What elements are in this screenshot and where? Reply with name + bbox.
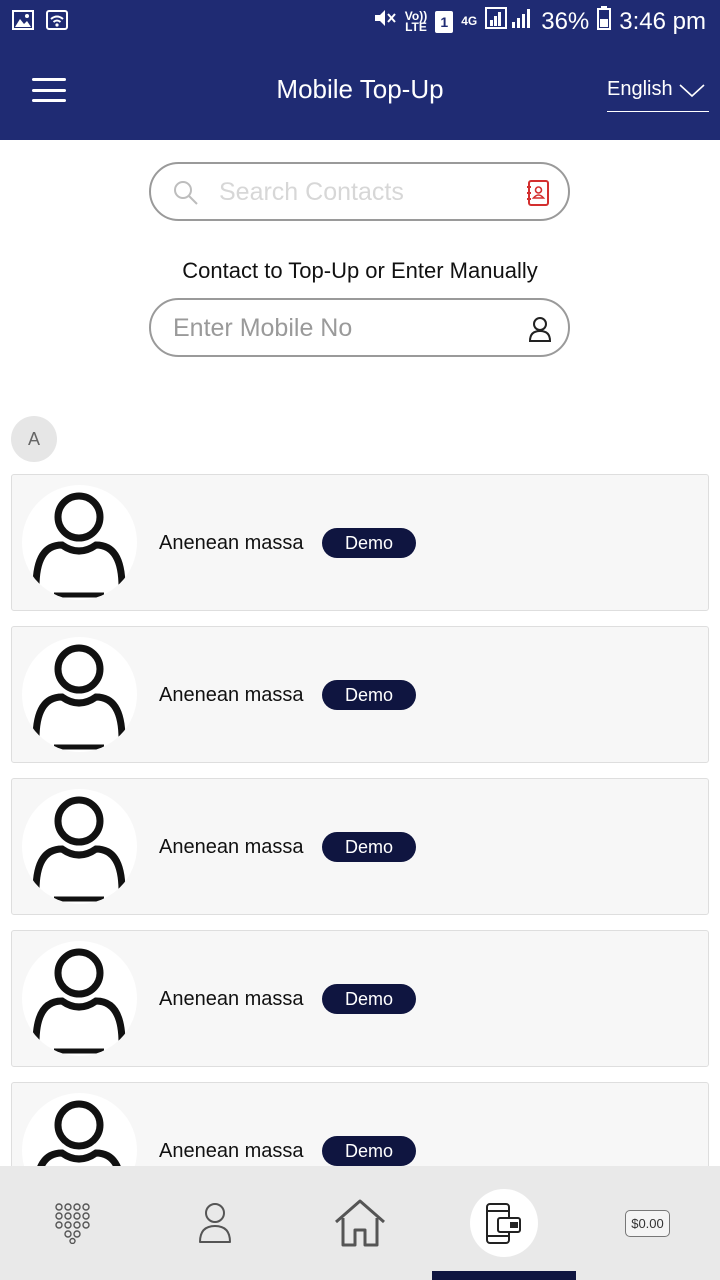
profile-icon <box>199 1203 231 1243</box>
search-contacts-field[interactable] <box>149 162 570 221</box>
battery-percent: 36% <box>541 7 590 35</box>
home-icon <box>335 1199 385 1247</box>
contact-name: Anenean massa <box>159 1140 304 1162</box>
avatar-placeholder-icon <box>22 637 137 752</box>
sim-badge: 1 <box>435 10 454 33</box>
avatar-placeholder-icon <box>22 485 137 600</box>
dialpad-icon <box>55 1203 90 1244</box>
avatar-placeholder-icon <box>22 789 137 904</box>
mute-icon <box>373 7 397 36</box>
gallery-icon <box>12 10 34 35</box>
contact-list-item[interactable]: Anenean massa Demo <box>11 626 709 763</box>
active-tab-indicator <box>432 1271 576 1280</box>
address-book-icon[interactable] <box>526 180 550 211</box>
contact-name: Anenean massa <box>159 836 304 858</box>
bottom-navigation <box>0 1166 720 1280</box>
mobile-number-field[interactable] <box>149 298 570 357</box>
nav-home[interactable] <box>309 1166 409 1280</box>
language-dropdown[interactable]: English <box>607 78 709 112</box>
status-bar: Vo)) LTE 1 4G 36% 3:46 pm <box>0 0 720 44</box>
mobile-wallet-icon <box>486 1203 521 1244</box>
search-icon <box>173 180 199 211</box>
wifi-icon <box>46 10 68 35</box>
contact-tag: Demo <box>322 680 416 710</box>
signal-icon <box>485 6 533 37</box>
nav-dialpad[interactable] <box>22 1166 122 1280</box>
avatar-placeholder-icon <box>22 941 137 1056</box>
contact-tag: Demo <box>322 1136 416 1166</box>
search-input[interactable] <box>219 172 509 212</box>
contact-name: Anenean massa <box>159 684 304 706</box>
language-label: English <box>607 78 673 100</box>
nav-profile[interactable] <box>165 1166 265 1280</box>
instruction-text: Contact to Top-Up or Enter Manually <box>182 258 538 283</box>
mobile-topup-screen: Vo)) LTE 1 4G 36% 3:46 pm Mobile Top-Up … <box>0 0 720 1280</box>
volte-indicator: Vo)) LTE <box>405 10 427 34</box>
contact-name: Anenean massa <box>159 532 304 554</box>
section-letter-badge: A <box>11 416 57 462</box>
network-type: 4G <box>461 14 478 28</box>
volte-bottom-text: LTE <box>405 19 427 34</box>
balance-button[interactable]: $0.00 <box>625 1210 670 1237</box>
contact-list-item[interactable]: Anenean massa Demo <box>11 930 709 1067</box>
mobile-number-input[interactable] <box>173 308 503 348</box>
battery-icon <box>597 6 612 37</box>
contact-tag: Demo <box>322 832 416 862</box>
person-icon[interactable] <box>528 316 552 347</box>
chevron-down-icon <box>679 82 705 105</box>
contact-name: Anenean massa <box>159 988 304 1010</box>
app-bar: Mobile Top-Up English <box>0 44 720 140</box>
contact-tag: Demo <box>322 984 416 1014</box>
contact-tag: Demo <box>322 528 416 558</box>
nav-mobile-wallet[interactable] <box>454 1166 554 1280</box>
clock-time: 3:46 pm <box>619 7 706 35</box>
contact-list-item[interactable]: Anenean massa Demo <box>11 778 709 915</box>
contact-list-item[interactable]: Anenean massa Demo <box>11 474 709 611</box>
